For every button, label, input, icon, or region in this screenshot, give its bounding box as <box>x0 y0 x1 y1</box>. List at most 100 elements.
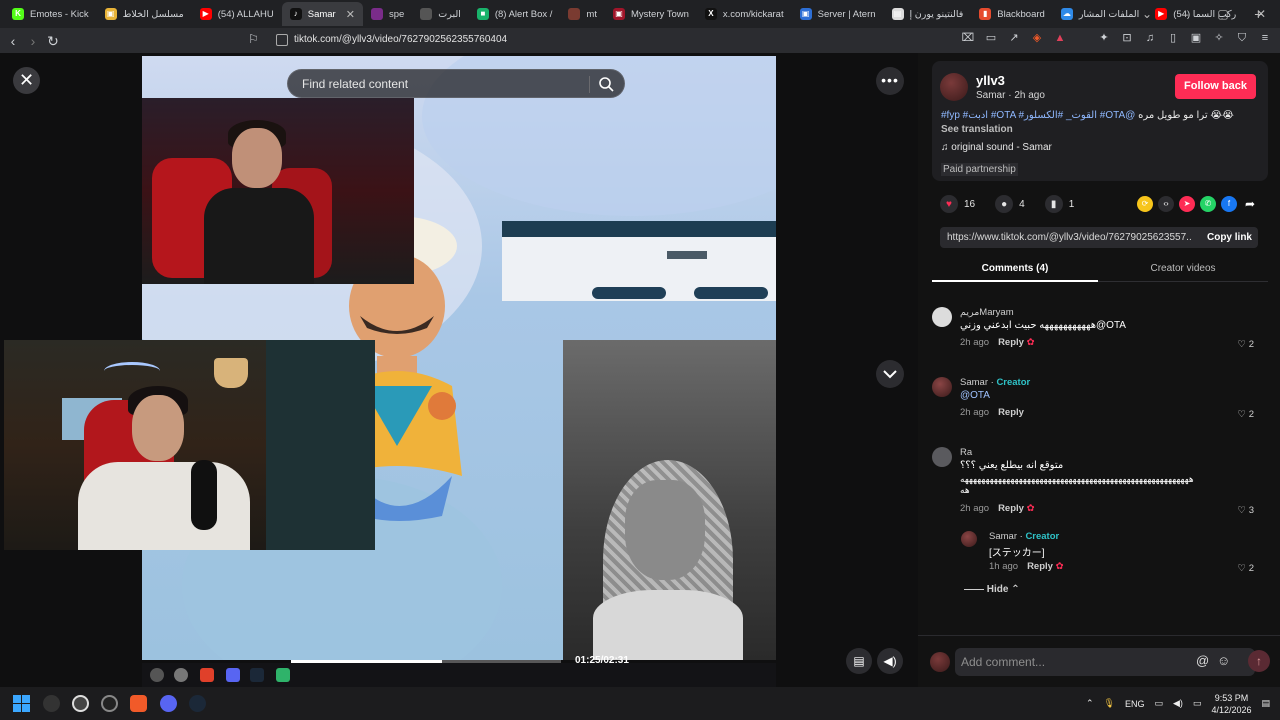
sidebar-icon[interactable]: ▯ <box>1166 31 1180 45</box>
cast-icon[interactable]: ▭ <box>984 31 998 45</box>
tab-close-icon[interactable]: ✕ <box>346 8 355 21</box>
menu-icon[interactable]: ≡ <box>1258 31 1272 45</box>
post-comment-button[interactable]: ↑ <box>1248 650 1270 672</box>
clock[interactable]: 9:53 PM 4/12/2026 <box>1211 692 1251 716</box>
maximize-button[interactable]: ▢ <box>1204 7 1242 21</box>
commenter-name[interactable]: Samar · Creator <box>960 377 1030 388</box>
browser-tab[interactable]: ▤ فالنتينو يورن إ <box>884 2 972 26</box>
browser-tab[interactable]: ■ (8) Alert Box / <box>469 2 561 26</box>
settings-gear-icon[interactable] <box>43 695 60 712</box>
commenter-avatar[interactable] <box>932 307 952 327</box>
commenter-name[interactable]: Ra <box>960 447 972 458</box>
see-translation-link[interactable]: See translation <box>941 124 1013 135</box>
commenter-avatar[interactable] <box>932 377 952 397</box>
windows-start-icon[interactable] <box>13 695 30 712</box>
wallet-icon[interactable]: ▣ <box>1189 31 1203 45</box>
leo-icon[interactable]: ✧ <box>1212 31 1226 45</box>
hide-replies-button[interactable]: —— Hide ⌃ <box>964 584 1020 595</box>
pip-icon[interactable]: ▤ <box>846 648 872 674</box>
media-icon[interactable]: ♫ <box>1143 31 1157 45</box>
more-options-icon[interactable]: ••• <box>876 67 904 95</box>
add-comment-input[interactable]: Add comment... @ ☺ <box>955 648 1255 676</box>
comment-like[interactable]: ♡ 2 <box>1238 409 1254 420</box>
extensions-icon[interactable]: ✦ <box>1097 31 1111 45</box>
reader-icon[interactable]: ⌧ <box>961 31 975 45</box>
steam-icon[interactable] <box>189 695 206 712</box>
vpn-icon[interactable]: ⛉ <box>1235 31 1249 45</box>
battery-icon[interactable]: ▭ <box>1193 698 1202 709</box>
screenshot-icon[interactable]: ⊡ <box>1120 31 1134 45</box>
mention-icon[interactable]: @ <box>1196 653 1209 668</box>
close-icon[interactable]: ✕ <box>13 67 40 94</box>
comment-like[interactable]: ♡ 2 <box>1238 339 1254 350</box>
emoji-icon[interactable]: ☺ <box>1217 653 1230 668</box>
reply-button[interactable]: Reply <box>1027 561 1053 572</box>
brave-browser-icon[interactable] <box>130 695 147 712</box>
site-info-icon[interactable] <box>276 34 288 46</box>
tab-search-icon[interactable]: ⌄ <box>1128 7 1166 21</box>
brave-shield-icon[interactable]: ◈ <box>1030 31 1044 45</box>
comment-body[interactable]: @OTA <box>960 390 990 401</box>
commenter-avatar[interactable] <box>932 447 952 467</box>
author-avatar[interactable] <box>940 73 968 101</box>
microphone-icon[interactable]: 🎙 <box>1104 698 1115 709</box>
caption-tags[interactable]: #fyp #ادبت #OTA #القوت_ #الكسلور #OTA@ <box>941 110 1135 121</box>
reply-button[interactable]: Reply <box>998 503 1024 514</box>
commenter-name[interactable]: Samar · Creator <box>989 531 1059 542</box>
browser-tab[interactable]: البرت <box>412 2 469 26</box>
browser-tab[interactable]: ▶ (54) ALLAHU <box>192 2 282 26</box>
browser-tab[interactable]: ▣ Mystery Town <box>605 2 697 26</box>
network-icon[interactable]: ▭ <box>1154 698 1163 709</box>
find-related-search[interactable]: Find related content <box>287 69 625 98</box>
volume-icon[interactable]: ◀) <box>877 648 903 674</box>
comment-icon[interactable]: ● <box>995 195 1014 213</box>
embed-icon[interactable]: ‹› <box>1158 196 1174 212</box>
share-arrow-icon[interactable]: ➦ <box>1242 196 1258 212</box>
commenter-avatar[interactable] <box>961 531 977 547</box>
whatsapp-icon[interactable]: ✆ <box>1200 196 1216 212</box>
sound-link[interactable]: ♫ original sound - Samar <box>941 142 1052 153</box>
rewards-icon[interactable]: ▲ <box>1053 31 1067 45</box>
language-indicator[interactable]: ENG <box>1125 699 1145 709</box>
tray-overflow-icon[interactable]: ⌃ <box>1086 698 1094 709</box>
minimize-button[interactable]: – <box>1166 7 1204 21</box>
tab-creator-videos[interactable]: Creator videos <box>1098 263 1268 274</box>
obs-icon[interactable] <box>72 695 89 712</box>
like-icon[interactable]: ♥ <box>940 195 958 213</box>
video-link[interactable]: https://www.tiktok.com/@yllv3/video/7627… <box>947 232 1192 243</box>
browser-tab[interactable]: Xx.com/kickarat <box>697 2 792 26</box>
browser-tab[interactable]: ♪ Samar ✕ <box>281 2 363 26</box>
video-progress-bar[interactable] <box>291 660 561 663</box>
back-icon[interactable]: ‹ <box>2 30 24 52</box>
notifications-icon[interactable]: ▤ <box>1261 698 1270 709</box>
url-field[interactable]: tiktok.com/@yllv3/video/7627902562355760… <box>294 34 507 45</box>
discord-icon[interactable] <box>160 695 177 712</box>
commenter-name[interactable]: مريمMaryam <box>960 307 1014 318</box>
browser-tab[interactable]: ▮ Blackboard <box>971 2 1053 26</box>
speaker-icon[interactable]: ◀) <box>1173 698 1183 709</box>
browser-tab[interactable]: ▣ مسلسل الخلاط <box>97 2 192 26</box>
browser-tab[interactable]: spe <box>363 2 412 26</box>
comment-like[interactable]: ♡ 2 <box>1238 563 1254 574</box>
browser-tab[interactable]: mt <box>560 2 605 26</box>
bookmark-save-icon[interactable]: ▮ <box>1044 195 1063 213</box>
reply-button[interactable]: Reply <box>998 337 1024 348</box>
browser-tab[interactable]: ▣ Server | Atern <box>792 2 884 26</box>
reload-icon[interactable]: ↻ <box>42 30 64 52</box>
close-window-button[interactable]: ✕ <box>1242 7 1280 21</box>
bookmark-icon[interactable]: ⚐ <box>248 32 259 46</box>
follow-back-button[interactable]: Follow back <box>1175 74 1256 99</box>
next-video-button[interactable] <box>876 360 904 388</box>
forward-icon[interactable]: › <box>22 30 44 52</box>
copy-link-button[interactable]: Copy link <box>1207 232 1252 243</box>
reply-button[interactable]: Reply <box>998 407 1024 418</box>
search-icon[interactable] <box>598 76 615 93</box>
browser-tab[interactable]: K Emotes - Kick <box>4 2 97 26</box>
tab-comments[interactable]: Comments (4) <box>932 263 1098 274</box>
app-icon[interactable] <box>101 695 118 712</box>
share-icon[interactable]: ↗ <box>1007 31 1021 45</box>
facebook-icon[interactable]: f <box>1221 196 1237 212</box>
repost-icon[interactable]: ⟳ <box>1137 196 1153 212</box>
send-to-friends-icon[interactable]: ➤ <box>1179 196 1195 212</box>
my-avatar[interactable] <box>930 652 950 672</box>
